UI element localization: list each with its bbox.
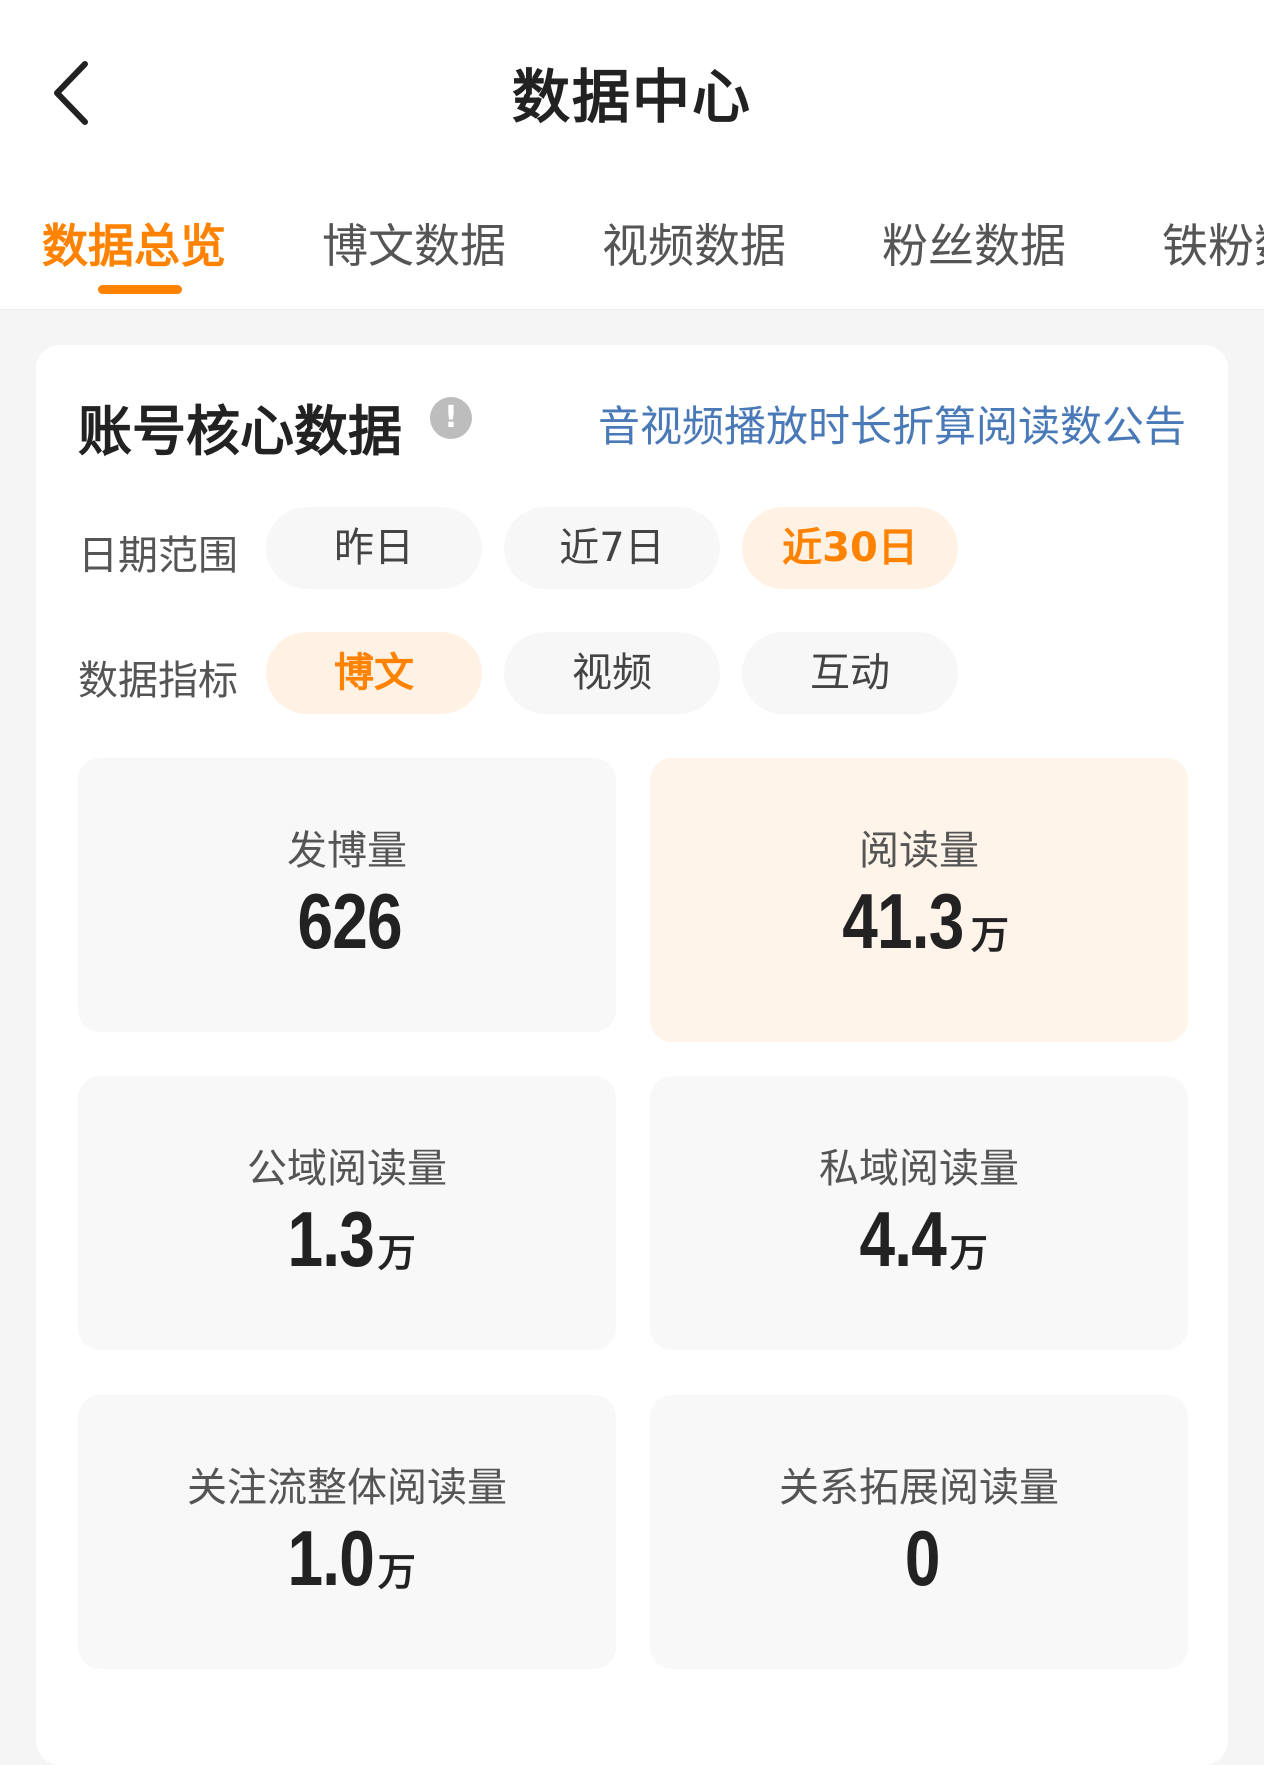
top-bar: 数据中心 数据总览 博文数据 视频数据 粉丝数据 铁粉数 [0,0,1264,310]
stat-relation-expansion-reads[interactable]: 关系拓展阅读量 0 [650,1395,1188,1669]
active-tab-indicator [98,285,182,294]
stat-number: 0 [904,1514,941,1602]
tab-post-data[interactable]: 博文数据 [322,210,506,276]
date-chip-30days[interactable]: 近30日 [742,507,958,589]
stat-unit: 万 [970,915,1009,957]
info-icon[interactable]: ! [430,397,472,439]
stat-label: 私域阅读量 [819,1146,1019,1192]
tab-overview[interactable]: 数据总览 [42,210,226,276]
stat-number: 1.3 [287,1195,375,1283]
stat-number: 4.4 [859,1195,947,1283]
stat-value: 0 [650,1513,1188,1604]
date-chip-yesterday[interactable]: 昨日 [266,507,482,589]
stat-unit: 万 [949,1233,988,1275]
page-title: 数据中心 [511,63,752,131]
notice-link[interactable]: 音视频播放时长折算阅读数公告 [598,393,1186,454]
tab-iron-fans[interactable]: 铁粉数 [1162,210,1264,276]
stat-private-reads[interactable]: 私域阅读量 4.4万 [650,1076,1188,1350]
metric-chip-interaction[interactable]: 互动 [742,632,958,714]
tab-video-data[interactable]: 视频数据 [602,210,786,276]
core-data-card: 账号核心数据 ! 音视频播放时长折算阅读数公告 日期范围 昨日 近7日 近30日… [36,345,1228,1765]
metric-label: 数据指标 [78,658,238,704]
stat-value: 4.4万 [650,1194,1188,1285]
stat-value: 626 [78,876,616,967]
stat-reads[interactable]: 阅读量 41.3 万 [650,758,1188,1042]
stat-number: 41.3 [842,877,964,965]
stat-label: 发博量 [287,828,407,874]
stat-value: 1.3万 [78,1194,616,1285]
tab-bar: 数据总览 博文数据 视频数据 粉丝数据 铁粉数 [0,200,1264,310]
stat-posts[interactable]: 发博量 626 [78,758,616,1032]
stat-value: 1.0万 [78,1513,616,1604]
stat-unit: 万 [377,1552,416,1594]
stat-value: 41.3 万 [650,876,1188,967]
metric-chip-video[interactable]: 视频 [504,632,720,714]
stat-label: 关注流整体阅读量 [187,1465,507,1511]
tab-fans-data[interactable]: 粉丝数据 [882,210,1066,276]
stat-label: 关系拓展阅读量 [779,1465,1059,1511]
stat-label: 公域阅读量 [247,1146,447,1192]
stat-follow-feed-reads[interactable]: 关注流整体阅读量 1.0万 [78,1395,616,1669]
date-range-label: 日期范围 [78,533,238,579]
stat-public-reads[interactable]: 公域阅读量 1.3万 [78,1076,616,1350]
stat-unit: 万 [377,1233,416,1275]
metric-chip-posts[interactable]: 博文 [266,632,482,714]
stat-number: 626 [297,877,403,965]
card-title: 账号核心数据 [78,400,402,463]
date-chip-7days[interactable]: 近7日 [504,507,720,589]
stat-number: 1.0 [287,1514,375,1602]
stat-label: 阅读量 [859,828,979,874]
